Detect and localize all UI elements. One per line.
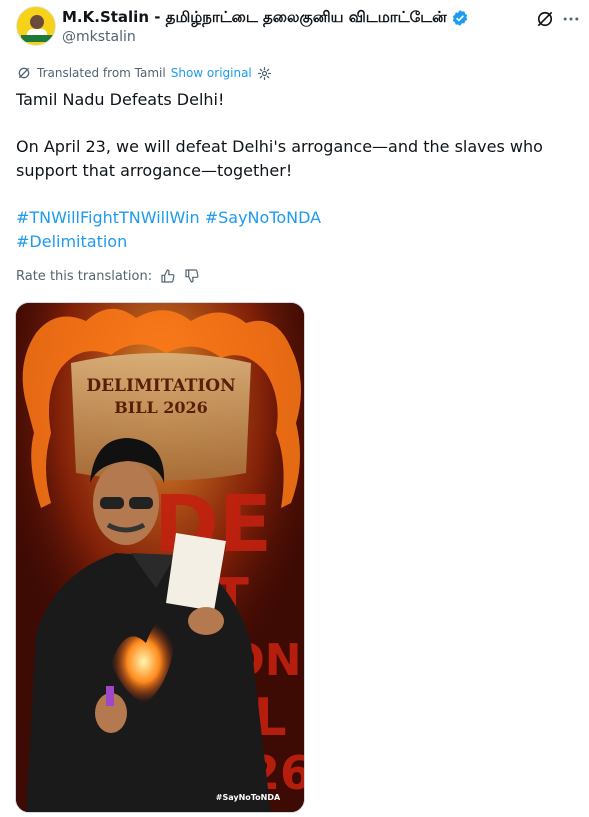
grok-icon[interactable] [534,8,556,30]
thumbs-up-icon[interactable] [160,268,176,284]
post-line-3: support that arrogance—together! [16,161,293,180]
author-name[interactable]: M.K.Stalin - தமிழ்நாட்டை தலைகுனிய விடமாட… [62,8,447,28]
avatar[interactable] [16,6,56,46]
translate-icon [16,65,32,81]
post-line-1: Tamil Nadu Defeats Delhi! [16,90,225,109]
hashtag-tnwillfight[interactable]: #TNWillFightTNWillWin [16,208,200,227]
poster-hashtag: #SayNoToNDA [216,793,281,802]
verified-badge-icon [451,9,469,27]
show-original-link[interactable]: Show original [171,66,252,80]
poster-doc-subtitle: BILL 2026 [114,398,208,417]
poster-doc-title: DELIMITATION [86,376,235,396]
hashtag-delimitation[interactable]: #Delimitation [16,232,127,251]
rate-translation-row: Rate this translation: [16,268,200,284]
poster-artwork: DELIMITATION BILL 2026 DE IT TION ILL 02… [16,303,304,812]
thumbs-down-icon[interactable] [184,268,200,284]
post-line-2: On April 23, we will defeat Delhi's arro… [16,137,543,156]
rate-translation-label: Rate this translation: [16,268,153,284]
hashtag-row-2: #Delimitation [16,230,556,254]
author-name-row[interactable]: M.K.Stalin - தமிழ்நாட்டை தலைகுனிய விடமாட… [62,8,469,28]
translated-from-label: Translated from Tamil [37,66,166,80]
hashtag-row: #TNWillFightTNWillWin #SayNoToNDA [16,206,556,230]
hashtag-saynotonda[interactable]: #SayNoToNDA [205,208,321,227]
author-handle[interactable]: @mkstalin [62,29,136,45]
more-icon[interactable] [560,8,582,30]
post-image[interactable]: DELIMITATION BILL 2026 DE IT TION ILL 02… [15,302,305,813]
gear-icon[interactable] [257,66,272,81]
translation-info: Translated from Tamil Show original [16,65,272,81]
